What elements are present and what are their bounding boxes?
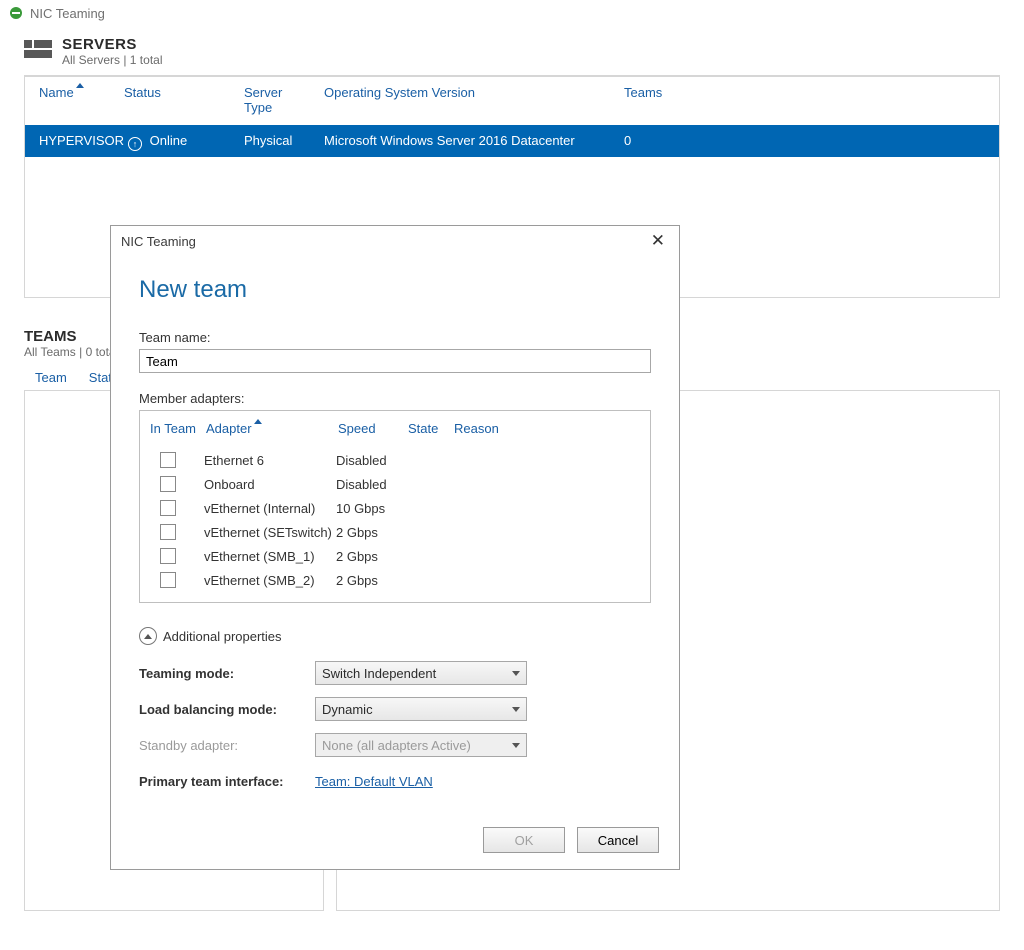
- adapter-row[interactable]: OnboardDisabled: [140, 472, 650, 496]
- adapter-checkbox[interactable]: [160, 452, 176, 468]
- servers-grid-header: Name Status Server Type Operating System…: [25, 77, 999, 125]
- window-titlebar: NIC Teaming: [0, 0, 1024, 26]
- tab-team[interactable]: Team: [24, 364, 78, 391]
- team-name-input[interactable]: [139, 349, 651, 373]
- server-os: Microsoft Windows Server 2016 Datacenter: [318, 133, 618, 149]
- new-team-dialog: NIC Teaming ✕ New team Team name: Member…: [110, 225, 680, 870]
- adapter-speed: Disabled: [336, 453, 406, 468]
- server-row-selected[interactable]: HYPERVISOR ↑ Online Physical Microsoft W…: [25, 125, 999, 157]
- adapter-name: vEthernet (SMB_1): [204, 549, 336, 564]
- col-name[interactable]: Name: [33, 85, 118, 115]
- member-adapters-box: In Team Adapter Speed State Reason Ether…: [139, 410, 651, 603]
- adapter-name: vEthernet (SETswitch): [204, 525, 336, 540]
- server-name: HYPERVISOR: [33, 133, 118, 149]
- adapter-name: Ethernet 6: [204, 453, 336, 468]
- app-icon: [8, 5, 24, 21]
- server-teams: 0: [618, 133, 698, 149]
- adapter-checkbox[interactable]: [160, 572, 176, 588]
- adapter-row[interactable]: Ethernet 6Disabled: [140, 448, 650, 472]
- member-adapters-header: In Team Adapter Speed State Reason: [140, 411, 650, 448]
- load-balancing-label: Load balancing mode:: [139, 702, 315, 717]
- team-name-label: Team name:: [139, 330, 651, 345]
- col-teams[interactable]: Teams: [618, 85, 698, 115]
- adapter-speed: Disabled: [336, 477, 406, 492]
- col-os-version[interactable]: Operating System Version: [318, 85, 618, 115]
- chevron-down-icon: [512, 743, 520, 748]
- col-reason[interactable]: Reason: [454, 421, 514, 436]
- sort-asc-icon: [254, 419, 262, 424]
- ok-button[interactable]: OK: [483, 827, 565, 853]
- primary-interface-label: Primary team interface:: [139, 774, 315, 789]
- chevron-down-icon: [512, 707, 520, 712]
- adapter-name: Onboard: [204, 477, 336, 492]
- servers-title: SERVERS: [62, 36, 163, 53]
- close-icon[interactable]: ✕: [647, 231, 669, 251]
- col-server-type[interactable]: Server Type: [238, 85, 318, 115]
- cancel-button[interactable]: Cancel: [577, 827, 659, 853]
- adapter-speed: 2 Gbps: [336, 549, 406, 564]
- server-type: Physical: [238, 133, 318, 149]
- dialog-title: NIC Teaming: [121, 234, 196, 249]
- col-state[interactable]: State: [408, 421, 454, 436]
- server-status: ↑ Online: [118, 133, 238, 149]
- additional-properties-toggle[interactable]: Additional properties: [139, 627, 651, 645]
- adapter-checkbox[interactable]: [160, 548, 176, 564]
- adapter-checkbox[interactable]: [160, 476, 176, 492]
- adapter-speed: 2 Gbps: [336, 525, 406, 540]
- standby-adapter-label: Standby adapter:: [139, 738, 315, 753]
- adapter-speed: 10 Gbps: [336, 501, 406, 516]
- teaming-mode-label: Teaming mode:: [139, 666, 315, 681]
- dialog-heading: New team: [139, 276, 651, 304]
- status-up-icon: ↑: [128, 137, 142, 151]
- col-in-team[interactable]: In Team: [150, 421, 206, 436]
- adapter-speed: 2 Gbps: [336, 573, 406, 588]
- col-status[interactable]: Status: [118, 85, 238, 115]
- servers-subtitle: All Servers | 1 total: [62, 53, 163, 67]
- dialog-titlebar[interactable]: NIC Teaming ✕: [111, 226, 679, 256]
- member-adapters-label: Member adapters:: [139, 391, 651, 406]
- sort-asc-icon: [76, 83, 84, 88]
- servers-icon: [24, 40, 52, 64]
- col-adapter[interactable]: Adapter: [206, 421, 338, 436]
- adapter-name: vEthernet (Internal): [204, 501, 336, 516]
- primary-interface-link[interactable]: Team: Default VLAN: [315, 774, 433, 789]
- standby-adapter-dropdown: None (all adapters Active): [315, 733, 527, 757]
- load-balancing-dropdown[interactable]: Dynamic: [315, 697, 527, 721]
- adapter-name: vEthernet (SMB_2): [204, 573, 336, 588]
- adapter-row[interactable]: vEthernet (SMB_2)2 Gbps: [140, 568, 650, 592]
- adapter-row[interactable]: vEthernet (Internal)10 Gbps: [140, 496, 650, 520]
- adapter-row[interactable]: vEthernet (SETswitch)2 Gbps: [140, 520, 650, 544]
- adapter-checkbox[interactable]: [160, 524, 176, 540]
- adapter-row[interactable]: vEthernet (SMB_1)2 Gbps: [140, 544, 650, 568]
- teaming-mode-dropdown[interactable]: Switch Independent: [315, 661, 527, 685]
- chevron-down-icon: [512, 671, 520, 676]
- chevron-up-icon: [139, 627, 157, 645]
- adapter-checkbox[interactable]: [160, 500, 176, 516]
- col-speed[interactable]: Speed: [338, 421, 408, 436]
- window-title: NIC Teaming: [30, 6, 105, 21]
